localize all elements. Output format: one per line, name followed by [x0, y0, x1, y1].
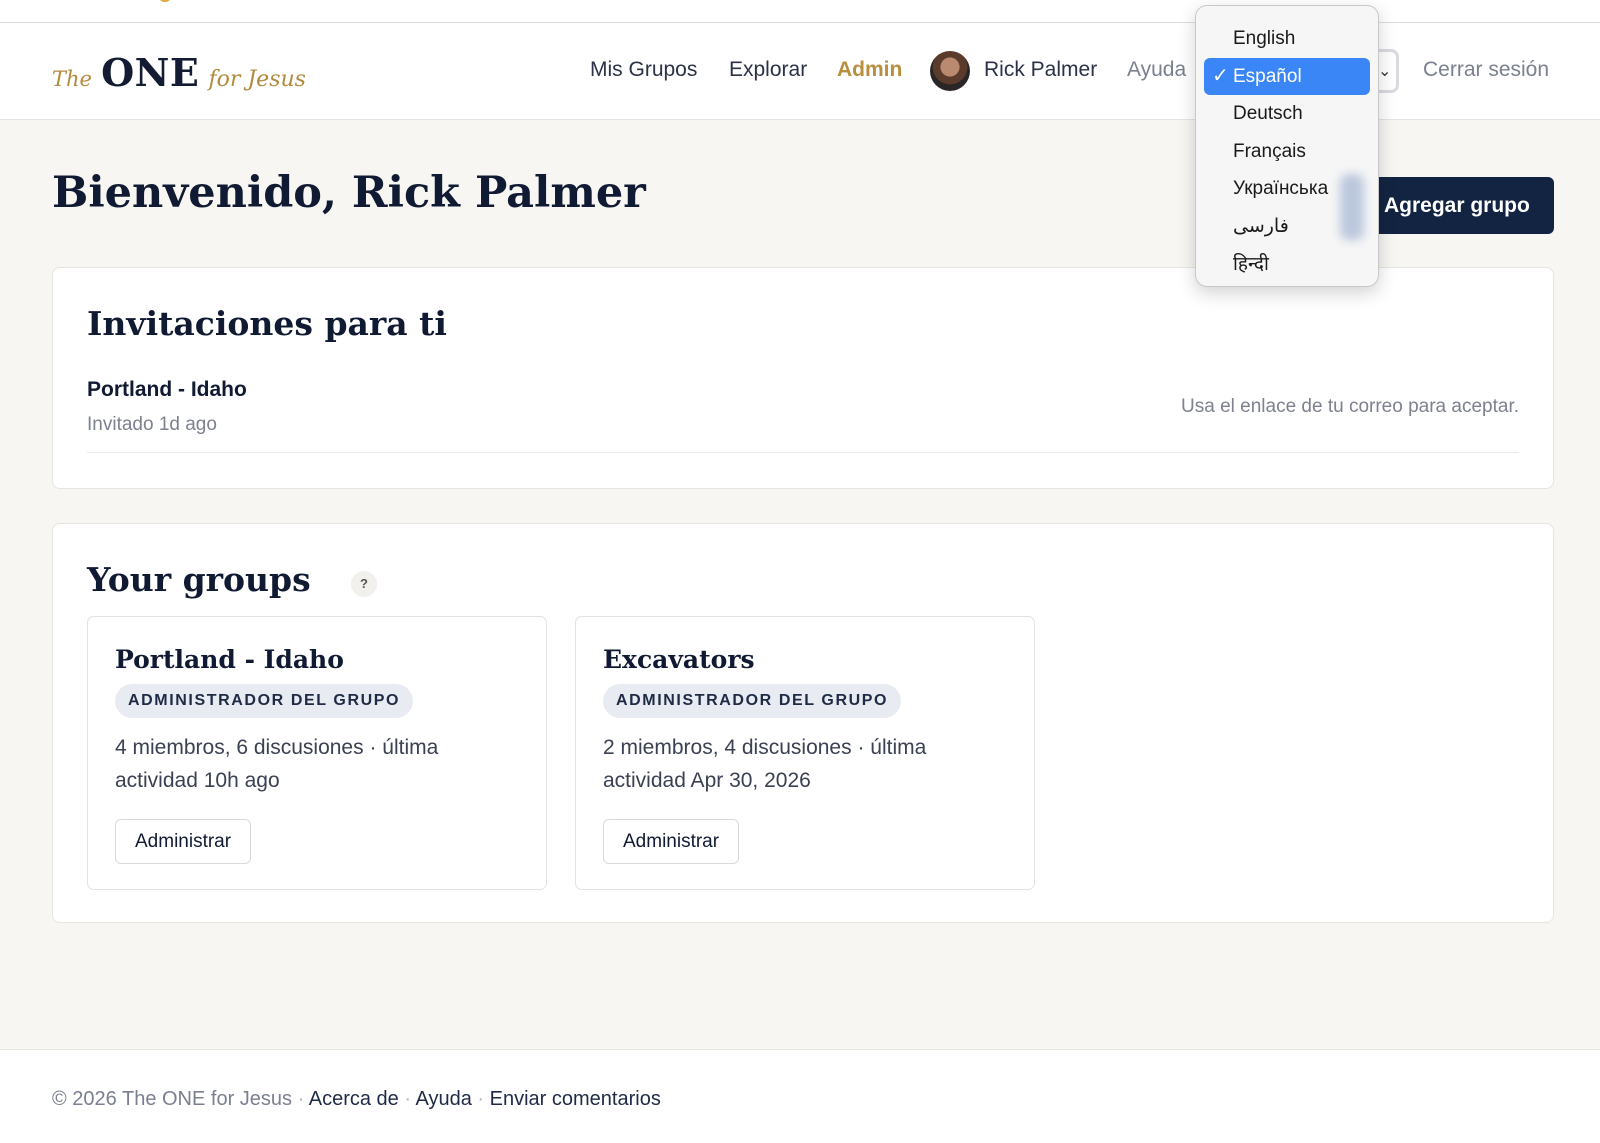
role-badge: ADMINISTRADOR DEL GRUPO — [603, 684, 902, 718]
site-footer: © 2026 The ONE for Jesus · Acerca de · A… — [0, 1049, 1600, 1143]
nav-user-name[interactable]: Rick Palmer — [984, 58, 1097, 82]
footer-feedback-link[interactable]: Enviar comentarios — [490, 1088, 661, 1110]
user-avatar[interactable] — [930, 51, 970, 91]
your-groups-card: Your groups ? Portland - Idaho ADMINISTR… — [52, 523, 1554, 923]
nav-help[interactable]: Ayuda — [1127, 58, 1186, 82]
footer-separator: · — [404, 1088, 412, 1110]
blurred-overlay — [1340, 174, 1364, 240]
checkmark-icon: ✓ — [1212, 64, 1229, 87]
invitations-heading: Invitaciones para ti — [87, 304, 447, 343]
language-option-english[interactable]: English — [1204, 20, 1370, 58]
divider — [87, 452, 1519, 453]
notification-dot — [158, 0, 172, 2]
group-name[interactable]: Portland - Idaho — [115, 645, 344, 674]
language-option-hindi[interactable]: हिन्दी — [1204, 246, 1370, 284]
footer-separator: · — [477, 1088, 485, 1110]
language-option-espanol[interactable]: ✓ Español — [1204, 57, 1370, 96]
group-card: Portland - Idaho ADMINISTRADOR DEL GRUPO… — [87, 616, 547, 890]
manage-button[interactable]: Administrar — [115, 819, 252, 864]
group-stats: 2 miembros, 4 discusiones · última activ… — [603, 736, 927, 792]
footer-help-link[interactable]: Ayuda — [415, 1088, 471, 1110]
role-badge: ADMINISTRADOR DEL GRUPO — [115, 684, 414, 718]
language-option-francais[interactable]: Français — [1204, 133, 1370, 171]
page-title: Bienvenido, Rick Palmer — [52, 168, 646, 218]
group-name[interactable]: Excavators — [603, 645, 755, 674]
footer-separator: · — [297, 1088, 305, 1110]
group-stats: 4 miembros, 6 discusiones · última activ… — [115, 736, 439, 792]
nav-logout[interactable]: Cerrar sesión — [1423, 58, 1549, 82]
language-dropdown: English ✓ Español Deutsch Français Україн… — [1195, 5, 1379, 287]
your-groups-heading: Your groups — [87, 560, 311, 599]
invitation-hint: Usa el enlace de tu correo para aceptar. — [1181, 396, 1519, 417]
language-option-deutsch[interactable]: Deutsch — [1204, 95, 1370, 133]
nav-my-groups[interactable]: Mis Grupos — [590, 58, 697, 82]
chevron-down-icon: ⌄ — [1378, 63, 1392, 80]
invitation-group-name: Portland - Idaho — [87, 378, 247, 401]
nav-explore[interactable]: Explorar — [729, 58, 807, 82]
invitation-meta: Invitado 1d ago — [87, 414, 217, 435]
group-card: Excavators ADMINISTRADOR DEL GRUPO 2 mie… — [575, 616, 1035, 890]
invitations-card: Invitaciones para ti Portland - Idaho In… — [52, 267, 1554, 489]
footer-about-link[interactable]: Acerca de — [309, 1088, 399, 1110]
add-group-button[interactable]: Agregar grupo — [1360, 177, 1554, 234]
manage-button[interactable]: Administrar — [603, 819, 740, 864]
help-icon[interactable]: ? — [351, 571, 377, 597]
nav-admin[interactable]: Admin — [837, 58, 902, 82]
copyright: © 2026 The ONE for Jesus — [52, 1088, 293, 1110]
